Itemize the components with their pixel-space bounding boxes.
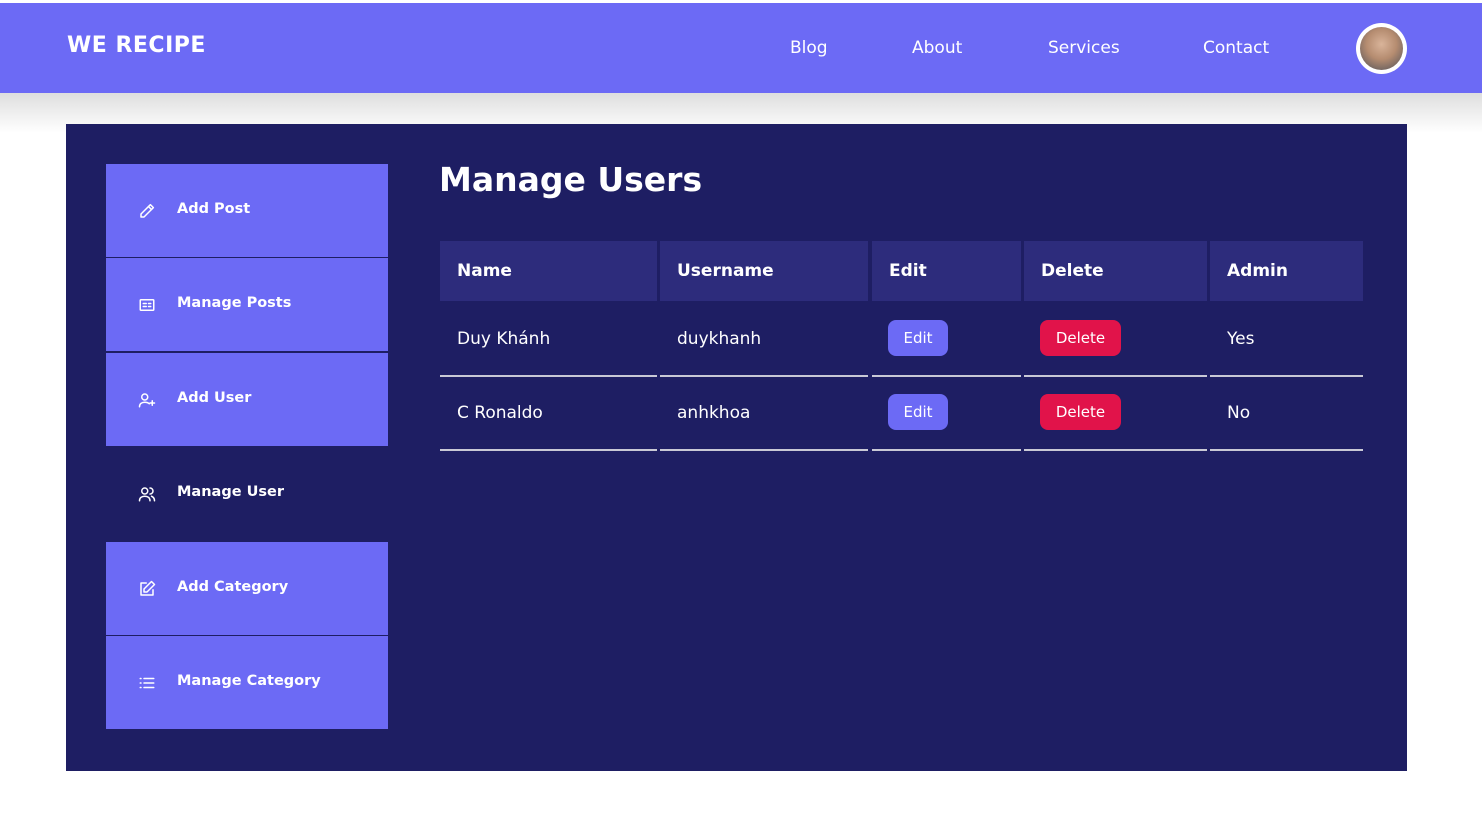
sidebar-item-label: Manage Posts xyxy=(177,295,292,311)
edit-square-icon xyxy=(140,580,156,596)
sidebar-item-add-category[interactable]: Add Category xyxy=(106,542,388,635)
sidebar-item-label: Manage Category xyxy=(177,673,321,689)
avatar-photo xyxy=(1360,27,1403,70)
column-header-delete[interactable]: Delete xyxy=(1024,241,1207,301)
nav-link-contact[interactable]: Contact xyxy=(1203,38,1269,58)
cell-edit: Edit xyxy=(872,304,1021,377)
top-navbar: WE RECIPE Blog About Services Contact xyxy=(0,3,1482,93)
sidebar-item-label: Add User xyxy=(177,390,252,406)
sidebar-item-add-user[interactable]: Add User xyxy=(106,353,388,446)
delete-button[interactable]: Delete xyxy=(1040,394,1121,430)
user-plus-icon xyxy=(138,393,156,408)
card-icon xyxy=(139,299,155,311)
cell-username: anhkhoa xyxy=(660,378,868,451)
cell-admin: Yes xyxy=(1210,304,1363,377)
sidebar-item-manage-posts[interactable]: Manage Posts xyxy=(106,258,388,351)
cell-edit: Edit xyxy=(872,378,1021,451)
nav-link-services[interactable]: Services xyxy=(1048,38,1120,58)
page-title: Manage Users xyxy=(439,160,703,199)
column-header-username[interactable]: Username xyxy=(660,241,868,301)
sidebar-item-label: Add Category xyxy=(177,579,289,595)
user-avatar[interactable] xyxy=(1356,23,1407,74)
nav-link-about[interactable]: About xyxy=(912,38,962,58)
cell-username: duykhanh xyxy=(660,304,868,377)
cell-delete: Delete xyxy=(1024,304,1207,377)
users-icon xyxy=(138,487,156,502)
cell-admin: No xyxy=(1210,378,1363,451)
delete-button[interactable]: Delete xyxy=(1040,320,1121,356)
list-icon xyxy=(139,677,155,689)
column-header-name[interactable]: Name xyxy=(440,241,657,301)
sidebar-item-add-post[interactable]: Add Post xyxy=(106,164,388,257)
edit-button[interactable]: Edit xyxy=(888,394,948,430)
dashboard-panel: Add Post Manage Posts Add User Manage Us… xyxy=(66,124,1407,771)
pencil-icon xyxy=(140,203,155,218)
cell-delete: Delete xyxy=(1024,378,1207,451)
cell-name: Duy Khánh xyxy=(440,304,657,377)
sidebar-item-label: Manage User xyxy=(177,484,284,500)
column-header-edit[interactable]: Edit xyxy=(872,241,1021,301)
cell-name: C Ronaldo xyxy=(440,378,657,451)
nav-link-blog[interactable]: Blog xyxy=(790,38,828,58)
sidebar-item-label: Add Post xyxy=(177,201,251,217)
brand-logo[interactable]: WE RECIPE xyxy=(67,33,206,58)
edit-button[interactable]: Edit xyxy=(888,320,948,356)
sidebar-item-manage-category[interactable]: Manage Category xyxy=(106,636,388,729)
sidebar-item-manage-user[interactable]: Manage User xyxy=(106,447,388,540)
column-header-admin[interactable]: Admin xyxy=(1210,241,1363,301)
